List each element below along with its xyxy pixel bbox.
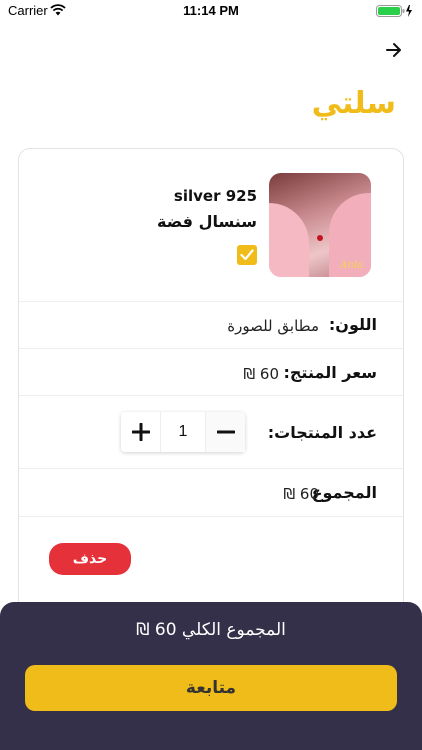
divider — [19, 348, 403, 349]
decrease-quantity-button[interactable] — [205, 412, 245, 452]
color-value: مطابق للصورة — [227, 317, 319, 335]
increase-quantity-button[interactable] — [121, 412, 161, 452]
divider — [19, 468, 403, 469]
divider — [19, 301, 403, 302]
subtotal-label: المجموع — [311, 483, 377, 502]
total-amount: المجموع الكلي 60 ₪ — [136, 620, 286, 640]
quantity-label: عدد المنتجات: — [267, 423, 377, 442]
quantity-value: 1 — [178, 423, 188, 440]
plus-icon — [131, 423, 150, 441]
price-label: سعر المنتج: — [283, 363, 378, 382]
product-image-signature: Anla — [340, 260, 363, 271]
select-item-checkbox[interactable] — [237, 245, 257, 265]
arrow-right-icon[interactable] — [384, 40, 404, 60]
checkmark-icon — [240, 249, 254, 261]
quantity-stepper: 1 — [121, 412, 245, 452]
product-image-pendant — [317, 235, 323, 241]
battery-icon — [376, 5, 412, 17]
subtotal-value: 60 ₪ — [283, 485, 319, 503]
page-title: سلتي — [311, 86, 396, 121]
status-time: 11:14 PM — [183, 3, 239, 18]
color-label: اللون: — [328, 315, 377, 334]
product-image[interactable]: Anla — [269, 173, 371, 277]
status-bar: Carrier 11:14 PM — [0, 0, 422, 22]
divider — [19, 395, 403, 396]
continue-button[interactable]: متابعة — [25, 665, 397, 711]
divider — [19, 516, 403, 517]
product-name-en: silver 925 — [173, 187, 257, 205]
minus-icon — [216, 430, 235, 434]
delete-button[interactable]: حذف — [49, 543, 131, 575]
cart-item-card: Anla silver 925 سنسال فضة اللون: مطابق ل… — [18, 148, 404, 618]
product-image-shirt-left — [269, 203, 309, 277]
product-name-ar: سنسال فضة — [157, 212, 257, 231]
checkout-panel: المجموع الكلي 60 ₪ متابعة — [0, 602, 422, 750]
price-value: 60 ₪ — [243, 365, 279, 383]
